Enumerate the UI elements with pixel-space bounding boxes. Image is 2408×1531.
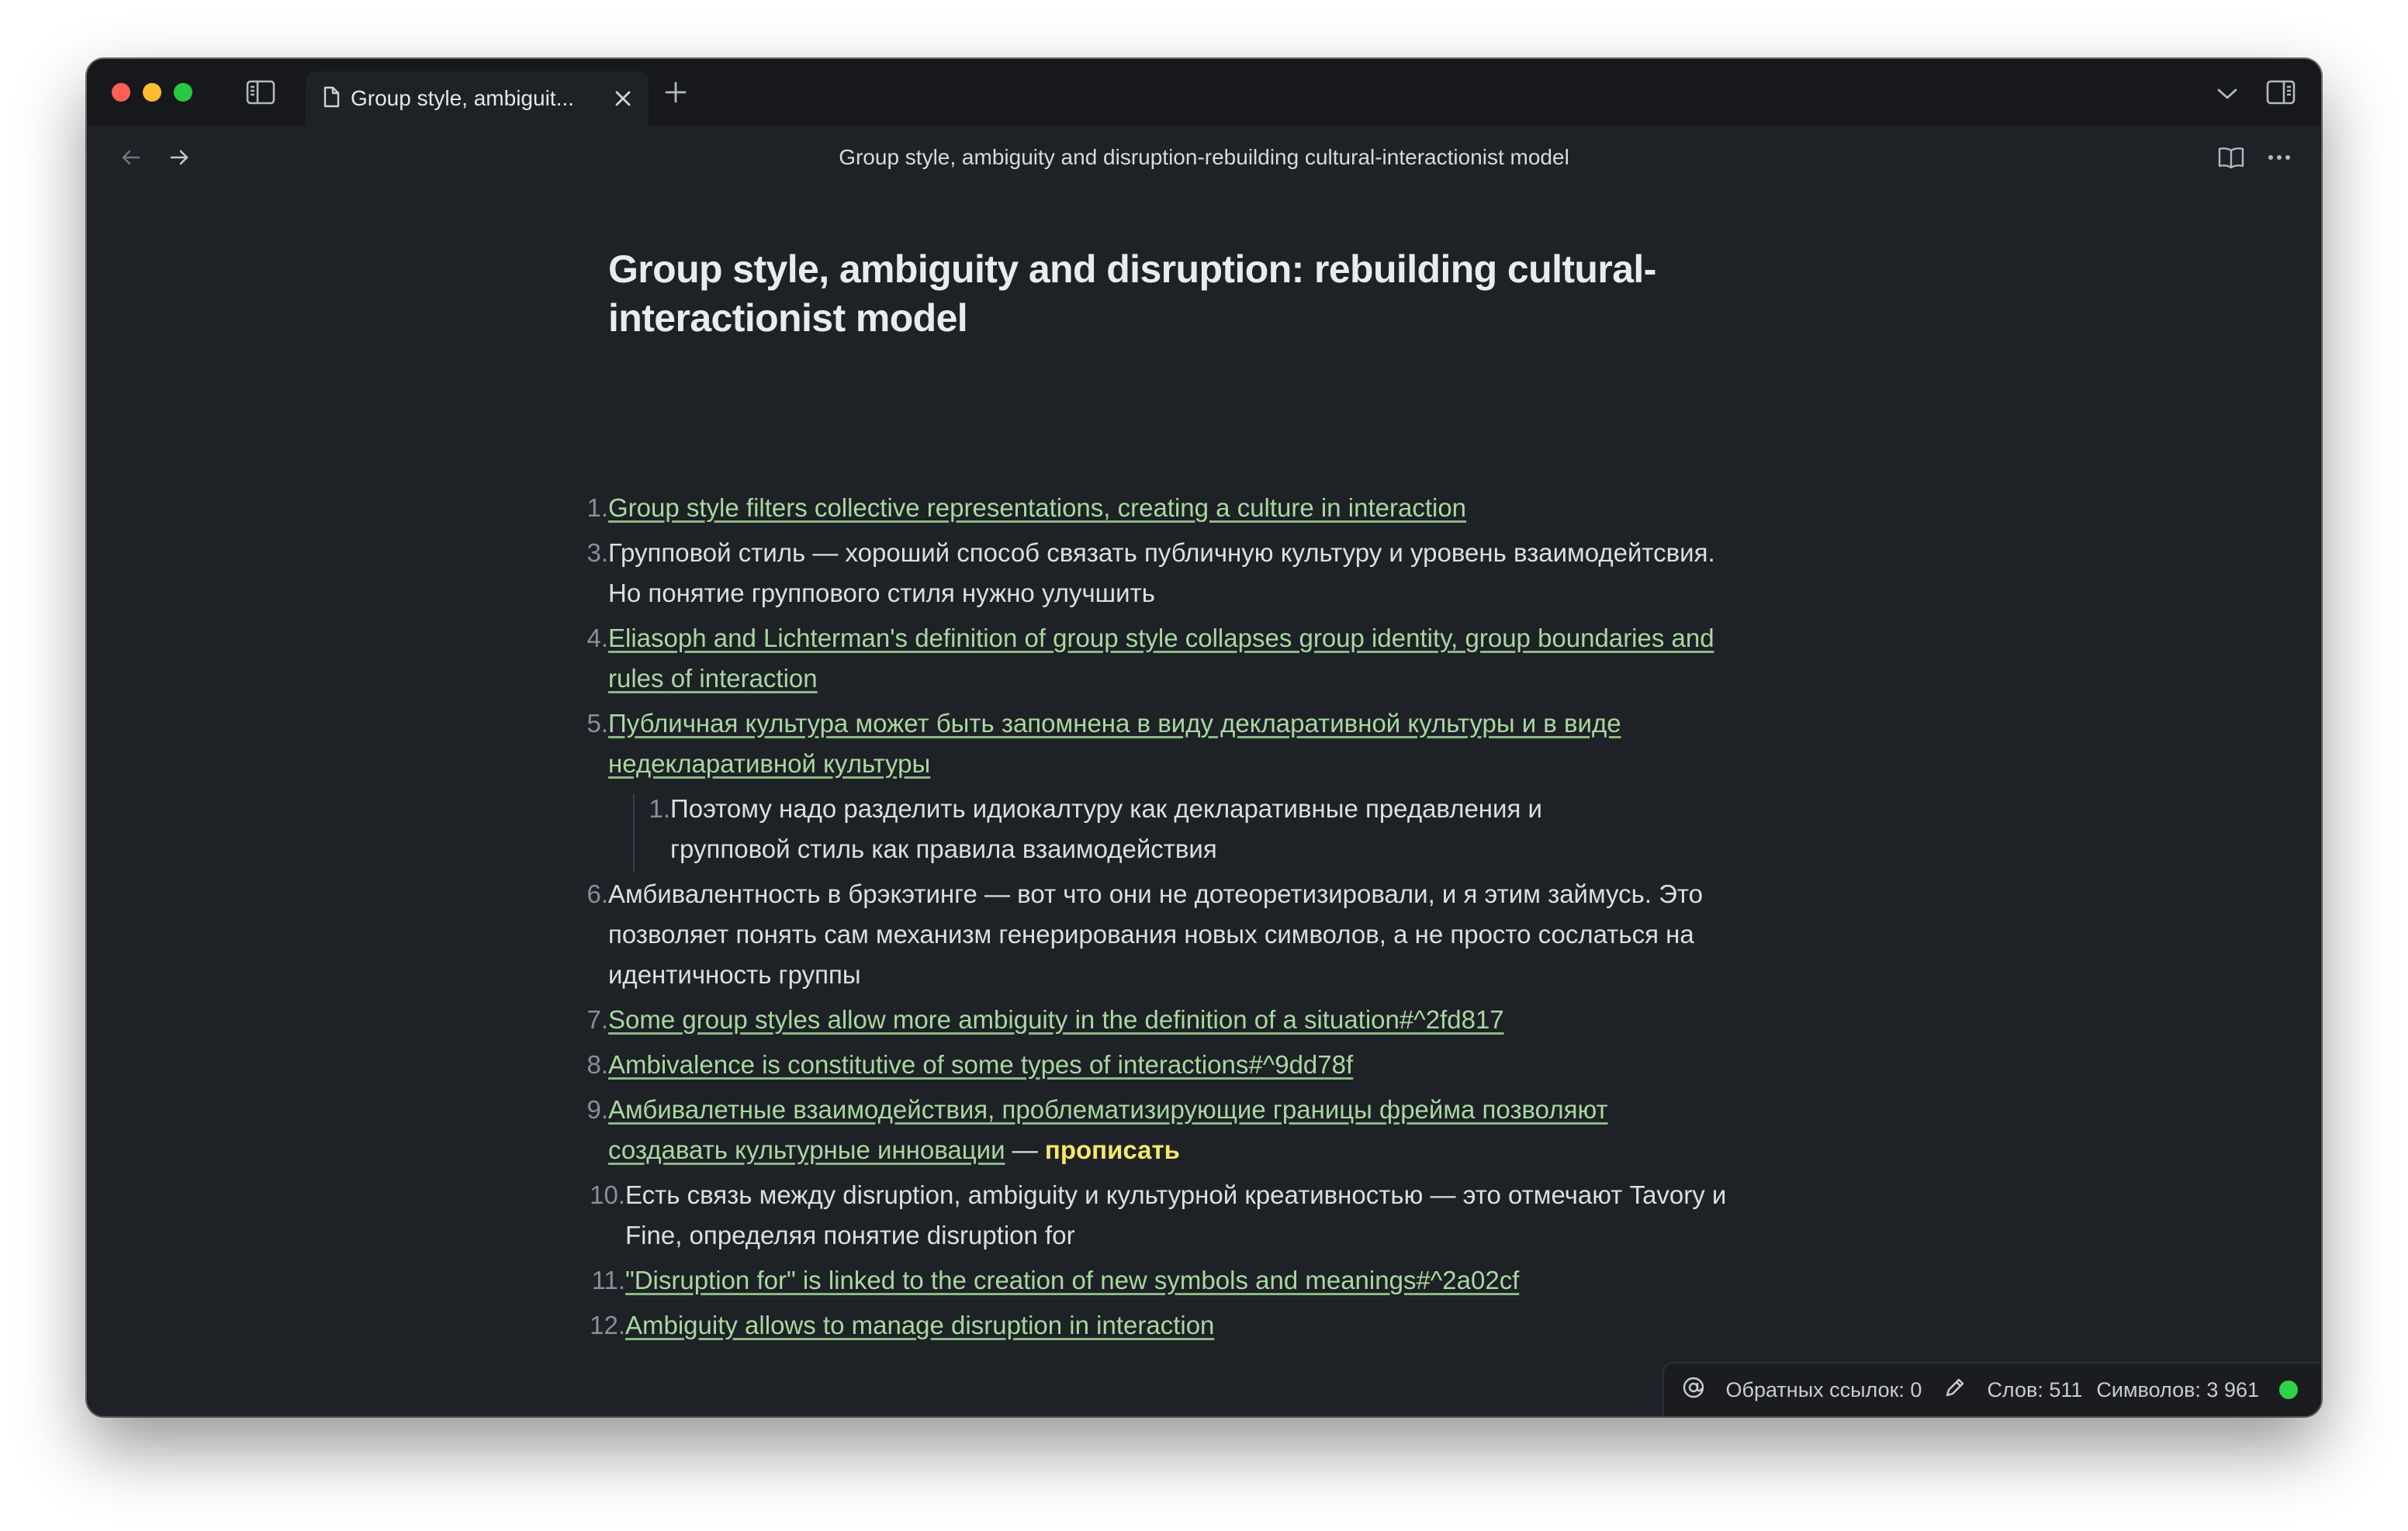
list-number: 9. [586,1095,608,1124]
internal-link[interactable]: "Disruption for" is linked to the creati… [625,1266,1519,1294]
tab-bar: Group style, ambiguit... [87,59,2321,126]
list-number: 3. [586,538,608,567]
internal-link[interactable]: Ambivalence is constitutive of some type… [608,1050,1353,1079]
close-tab-icon[interactable] [611,87,635,110]
reading-view-book-icon[interactable] [2216,144,2247,171]
tab-active-note[interactable]: Group style, ambiguit... [306,71,649,126]
list-item: 1. Поэтому надо разделить идиокалтуру ка… [649,789,1818,869]
list-number: 11. [591,1266,625,1294]
list-number: 6. [586,880,608,908]
new-tab-plus-icon[interactable] [663,79,689,105]
internal-link[interactable]: Eliasoph and Lichterman's definition of … [608,624,1714,693]
app-window: Group style, ambiguit... Group style, am… [87,59,2321,1416]
note-content: Group style, ambiguity and disruption: r… [586,245,1849,1339]
list-item: 1. Group style filters collective repres… [586,488,1818,528]
internal-link[interactable]: Публичная культура может быть запомнена … [608,709,1621,778]
zoom-window-button[interactable] [174,83,192,102]
word-count: Слов: 511 [1987,1377,2083,1401]
list-text: Поэтому надо разделить идиокалтуру как д… [670,794,1542,863]
close-window-button[interactable] [112,83,130,102]
list-text: Амбивалентность в брэкэтинге — вот что о… [608,880,1704,989]
list-number: 8. [586,1050,608,1079]
status-bar: Обратных ссылок: 0 Слов: 511 Символов: 3… [1662,1362,2321,1416]
view-header-title[interactable]: Group style, ambiguity and disruption-re… [87,126,2321,189]
list-number: 7. [586,1005,608,1034]
list-item: 3. Групповой стиль — хороший способ связ… [586,533,1818,613]
list-item: 4. Eliasoph and Lichterman's definition … [586,618,1818,699]
sync-status-icon[interactable] [2279,1381,2298,1399]
list-item: 6. Амбивалентность в брэкэтинге — вот чт… [586,874,1818,995]
more-options-ellipsis-icon[interactable] [2264,144,2295,171]
list-item: 12. Ambiguity allows to manage disruptio… [590,1305,1818,1346]
list-number: 10. [590,1180,625,1209]
list-number: 1. [649,794,670,823]
list-text: Есть связь между disruption, ambiguity и… [625,1180,1727,1249]
note-list: 1. Group style filters collective repres… [586,488,1818,1350]
internal-link[interactable]: Group style filters collective represent… [608,493,1466,522]
character-count: Символов: 3 961 [2096,1377,2259,1401]
right-sidebar-toggle-icon[interactable] [2265,78,2296,107]
list-item: 10. Есть связь между disruption, ambigui… [590,1175,1818,1256]
file-icon [323,86,340,112]
list-number: 4. [586,624,608,652]
list-item: 8. Ambivalence is constitutive of some t… [586,1045,1818,1085]
nested-list: 1. Поэтому надо разделить идиокалтуру ка… [608,789,1818,873]
view-header: Group style, ambiguity and disruption-re… [87,126,2321,189]
list-number: 1. [586,493,608,522]
list-item: 7. Some group styles allow more ambiguit… [586,1000,1818,1040]
list-item: 11. "Disruption for" is linked to the cr… [592,1260,1818,1301]
backlinks-count[interactable]: Обратных ссылок: 0 [1726,1378,1922,1402]
list-item: 9. Амбивалетные взаимодействия, проблема… [586,1090,1818,1170]
list-text: Групповой стиль — хороший способ связать… [608,538,1715,607]
todo-bold-text: прописать [1044,1135,1180,1164]
minimize-window-button[interactable] [143,83,161,102]
dash-separator: — [1005,1135,1045,1164]
tab-title: Group style, ambiguit... [351,86,574,110]
internal-link[interactable]: Some group styles allow more ambiguity i… [608,1005,1504,1034]
internal-link[interactable]: Ambiguity allows to manage disruption in… [625,1311,1214,1339]
tab-list-chevron-down-icon[interactable] [2216,82,2239,105]
edit-pencil-icon[interactable] [1943,1376,1967,1405]
list-number: 12. [590,1311,625,1339]
note-title: Group style, ambiguity and disruption: r… [608,247,1656,340]
backlinks-at-icon[interactable] [1681,1375,1706,1405]
sidebar-toggle-icon[interactable] [245,78,276,107]
list-item: 5. Публичная культура может быть запомне… [586,703,1818,784]
list-number: 5. [586,709,608,738]
